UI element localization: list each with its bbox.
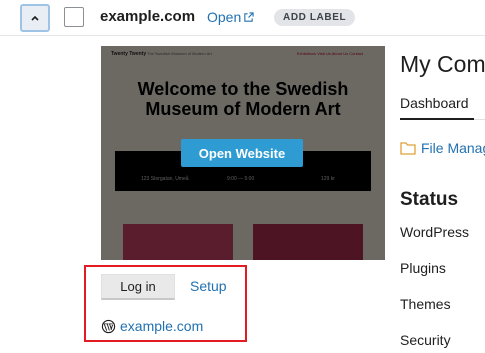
- status-item-themes[interactable]: Themes: [400, 296, 451, 312]
- chevron-up-icon: [31, 15, 39, 21]
- site-name: example.com: [100, 8, 196, 25]
- site-card: example.com Open ADD LABEL Twenty Twenty…: [0, 0, 485, 353]
- status-item-security[interactable]: Security: [400, 332, 451, 348]
- tab-dashboard[interactable]: Dashboard: [400, 95, 469, 111]
- wordpress-site-label: example.com: [120, 318, 204, 334]
- panel-title: My Com: [400, 51, 485, 77]
- login-button[interactable]: Log in: [101, 274, 175, 300]
- collapse-button[interactable]: [20, 4, 50, 32]
- site-select-checkbox[interactable]: [64, 7, 84, 27]
- open-site-link[interactable]: Open: [207, 9, 254, 25]
- setup-link[interactable]: Setup: [190, 278, 227, 294]
- status-item-plugins[interactable]: Plugins: [400, 260, 446, 276]
- external-link-icon: [244, 11, 254, 22]
- wordpress-site-link[interactable]: example.com: [101, 318, 203, 334]
- open-site-label: Open: [207, 9, 242, 25]
- tab-active-indicator: [400, 118, 474, 120]
- file-manager-label: File Manag: [421, 140, 485, 156]
- file-manager-link[interactable]: File Manag: [400, 140, 485, 156]
- status-item-wordpress[interactable]: WordPress: [400, 224, 469, 240]
- site-header-row: example.com Open ADD LABEL: [0, 0, 485, 36]
- add-label-button[interactable]: ADD LABEL: [274, 9, 356, 26]
- status-heading: Status: [400, 189, 459, 210]
- open-website-button[interactable]: Open Website: [181, 139, 303, 167]
- site-preview[interactable]: Twenty Twenty The Swedish Museum of Mode…: [101, 46, 385, 260]
- folder-icon: [400, 142, 416, 155]
- wordpress-icon: [101, 319, 116, 333]
